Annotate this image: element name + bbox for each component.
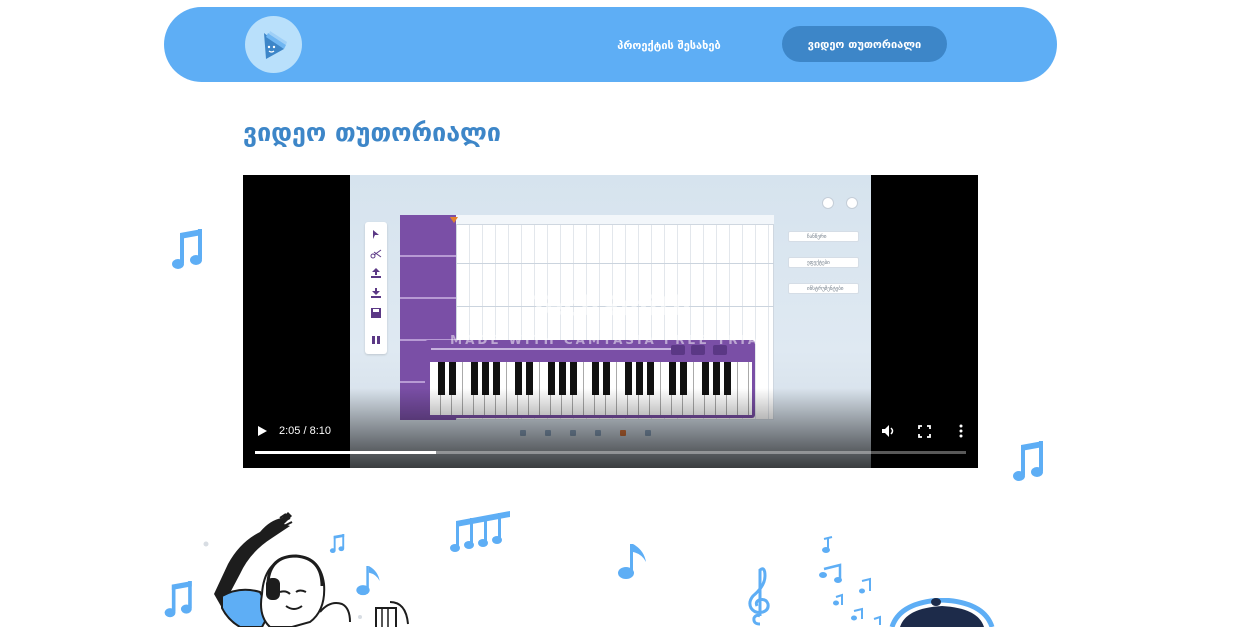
time-display: 2:05 / 8:10 [279, 425, 331, 437]
watermark-text: MADE WITH CAMTASIA FREE TRIAL [450, 333, 771, 347]
reset-icon [846, 197, 858, 209]
scattered-notes-icon [819, 536, 881, 625]
page: პროექტის შესახებ ვიდეო თუთორიალი ვიდეო თ… [0, 0, 1249, 627]
track-divider [400, 255, 456, 257]
track-line [456, 263, 774, 264]
progress-fill [255, 451, 437, 454]
progress-bar[interactable] [255, 451, 966, 454]
music-note-icon [1013, 441, 1043, 481]
eighth-note-icon [618, 544, 646, 579]
more-options-icon[interactable] [956, 424, 966, 438]
side-button: ეფექტები [788, 257, 859, 268]
timeline-ruler [456, 215, 774, 225]
side-button: ჩანწერი [788, 231, 859, 242]
music-note-icon [164, 581, 192, 618]
watermark-brand: TechSmith [529, 291, 692, 322]
page-title: ვიდეო თუთორიალი [243, 118, 501, 147]
volume-icon[interactable] [881, 424, 895, 438]
playhead-marker [450, 217, 458, 223]
scissors-icon [370, 249, 382, 259]
video-player[interactable]: ჩანწერი ეფექტები ინსტრუმენტები TechSmith… [243, 175, 978, 468]
fullscreen-icon[interactable] [918, 425, 931, 438]
beamed-notes-icon [450, 511, 510, 552]
play-icon[interactable] [256, 425, 268, 437]
piano-slider [431, 348, 671, 350]
logo[interactable] [245, 16, 302, 73]
zoom-out-icon [822, 197, 834, 209]
nav-about-project[interactable]: პროექტის შესახებ [604, 33, 734, 57]
upload-icon [371, 268, 381, 278]
header: პროექტის შესახებ ვიდეო თუთორიალი [164, 7, 1057, 82]
cursor-icon [373, 230, 379, 239]
treble-clef-icon [748, 567, 770, 626]
nav-video-tutorial[interactable]: ვიდეო თუთორიალი [782, 26, 947, 62]
girl-with-headphones-illustration [203, 512, 409, 627]
controls-overlay [243, 388, 978, 468]
character-head-illustration [889, 598, 995, 627]
book-play-logo-icon [263, 30, 287, 59]
music-note-icon [172, 229, 202, 269]
